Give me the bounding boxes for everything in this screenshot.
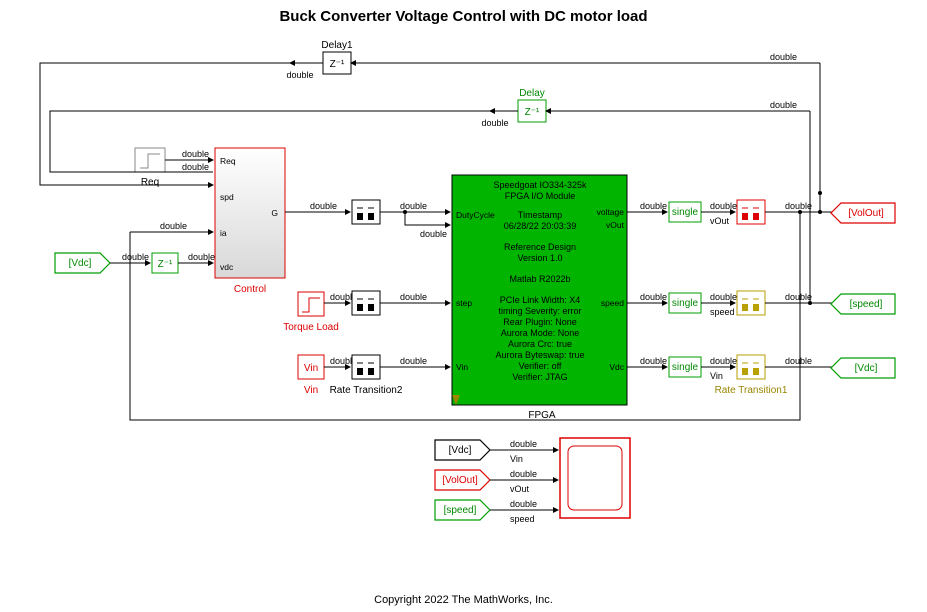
svg-text:Z⁻¹: Z⁻¹ <box>158 259 173 270</box>
svg-text:double: double <box>640 356 667 366</box>
svg-text:double: double <box>400 356 427 366</box>
rate-transition-mid[interactable] <box>352 291 380 315</box>
svg-text:double: double <box>785 356 812 366</box>
svg-text:vdc: vdc <box>220 262 234 272</box>
svg-text:Vin: Vin <box>456 362 468 372</box>
svg-text:double: double <box>770 52 797 62</box>
svg-text:FPGA I/O Module: FPGA I/O Module <box>505 191 576 201</box>
control-label: Control <box>234 284 266 295</box>
svg-text:Reference Design: Reference Design <box>504 242 576 252</box>
svg-text:ia: ia <box>220 228 227 238</box>
scope-block[interactable] <box>560 438 630 518</box>
svg-text:step: step <box>456 298 472 308</box>
svg-text:double: double <box>481 118 508 128</box>
svg-text:double: double <box>640 201 667 211</box>
svg-text:double: double <box>182 162 209 172</box>
torque-block[interactable] <box>298 292 324 316</box>
svg-text:vOut: vOut <box>510 484 530 494</box>
svg-text:double: double <box>785 201 812 211</box>
svg-text:double: double <box>400 292 427 302</box>
rate-transition1[interactable] <box>737 355 765 379</box>
svg-text:Rear Plugin: None: Rear Plugin: None <box>503 317 577 327</box>
svg-text:Vin: Vin <box>710 371 723 381</box>
svg-text:double: double <box>710 292 737 302</box>
svg-text:[Vdc]: [Vdc] <box>69 258 92 269</box>
svg-text:double: double <box>188 252 215 262</box>
svg-text:vOut: vOut <box>606 220 625 230</box>
svg-text:Aurora Byteswap: true: Aurora Byteswap: true <box>495 350 584 360</box>
svg-text:Timestamp: Timestamp <box>518 210 562 220</box>
svg-text:double: double <box>710 201 737 211</box>
svg-text:DutyCycle: DutyCycle <box>456 210 495 220</box>
svg-text:spd: spd <box>220 192 234 202</box>
rt1-label: Rate Transition1 <box>715 385 788 396</box>
svg-text:PCIe Link Width: X4: PCIe Link Width: X4 <box>500 295 581 305</box>
delay-label: Delay <box>519 88 545 99</box>
svg-text:double: double <box>640 292 667 302</box>
svg-text:double: double <box>710 356 737 366</box>
svg-text:speed: speed <box>510 514 535 524</box>
svg-text:Vin: Vin <box>304 363 318 374</box>
svg-text:Matlab R2022b: Matlab R2022b <box>509 274 570 284</box>
svg-text:[speed]: [speed] <box>850 299 883 310</box>
svg-text:[Vdc]: [Vdc] <box>449 445 472 456</box>
svg-text:timing Severity: error: timing Severity: error <box>498 306 581 316</box>
delay1-label: Delay1 <box>321 40 353 51</box>
svg-text:[speed]: [speed] <box>444 505 477 516</box>
svg-text:double: double <box>400 201 427 211</box>
svg-text:Version 1.0: Version 1.0 <box>517 253 562 263</box>
svg-text:double: double <box>510 499 537 509</box>
svg-text:06/28/22 20:03:39: 06/28/22 20:03:39 <box>504 221 577 231</box>
svg-text:double: double <box>420 229 447 239</box>
diagram-canvas: Z⁻¹ Delay1 double double Z⁻¹ Delay doubl… <box>0 0 927 612</box>
svg-text:double: double <box>182 149 209 159</box>
req-label: Req <box>141 177 159 188</box>
svg-text:double: double <box>286 70 313 80</box>
rate-transition-out1[interactable] <box>737 200 765 224</box>
fpga-label: FPGA <box>528 410 556 421</box>
svg-text:[VolOut]: [VolOut] <box>848 208 884 219</box>
svg-text:double: double <box>785 292 812 302</box>
torque-label: Torque Load <box>283 322 339 333</box>
svg-text:single: single <box>672 362 699 373</box>
svg-text:[VolOut]: [VolOut] <box>442 475 478 486</box>
svg-text:voltage: voltage <box>597 207 625 217</box>
svg-text:double: double <box>122 252 149 262</box>
delay-text: Z⁻¹ <box>525 107 540 118</box>
svg-text:single: single <box>672 298 699 309</box>
svg-text:single: single <box>672 207 699 218</box>
rt2-label: Rate Transition2 <box>330 385 403 396</box>
svg-text:vOut: vOut <box>710 216 730 226</box>
svg-text:Req: Req <box>220 156 236 166</box>
rate-transition-out2[interactable] <box>737 291 765 315</box>
svg-text:G: G <box>271 208 278 218</box>
svg-text:double: double <box>510 469 537 479</box>
svg-text:Aurora Crc: true: Aurora Crc: true <box>508 339 572 349</box>
rate-transition-top[interactable] <box>352 200 380 224</box>
svg-text:double: double <box>160 221 187 231</box>
delay1-text: Z⁻¹ <box>330 59 345 70</box>
svg-text:double: double <box>310 201 337 211</box>
svg-text:speed: speed <box>710 307 735 317</box>
svg-text:Vin: Vin <box>510 454 523 464</box>
svg-text:Speedgoat IO334-325k: Speedgoat IO334-325k <box>493 180 587 190</box>
svg-text:Verifier: JTAG: Verifier: JTAG <box>512 372 567 382</box>
svg-text:Vdc: Vdc <box>609 362 624 372</box>
vin-label: Vin <box>304 385 318 396</box>
svg-text:[Vdc]: [Vdc] <box>855 363 878 374</box>
svg-text:double: double <box>770 100 797 110</box>
rate-transition2[interactable] <box>352 355 380 379</box>
req-block[interactable] <box>135 148 165 172</box>
svg-text:Aurora Mode: None: Aurora Mode: None <box>501 328 580 338</box>
svg-text:Verifier: off: Verifier: off <box>519 361 562 371</box>
svg-text:speed: speed <box>601 298 624 308</box>
svg-text:double: double <box>510 439 537 449</box>
